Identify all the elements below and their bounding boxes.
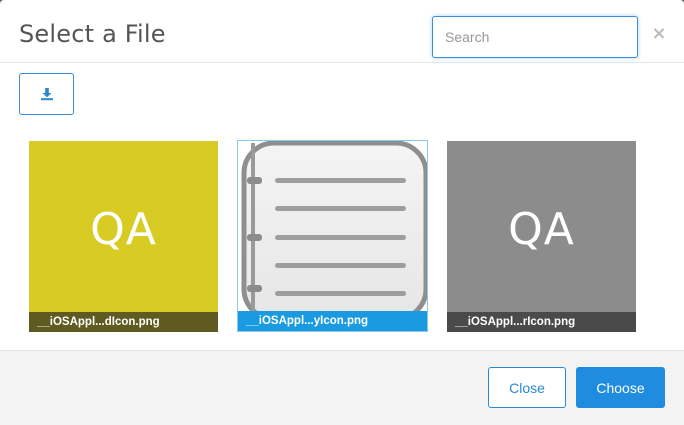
- modal-footer: Close Choose: [0, 350, 684, 425]
- search-input[interactable]: [432, 16, 638, 58]
- file-thumbnail: QA: [447, 141, 636, 332]
- select-file-modal: Select a File × QA __iOSAppl...dIcon.png: [0, 0, 684, 425]
- close-button[interactable]: Close: [488, 367, 566, 408]
- file-tile[interactable]: QA __iOSAppl...rIcon.png: [447, 141, 636, 332]
- modal-title: Select a File: [19, 20, 166, 48]
- file-thumbnail: QA: [29, 141, 218, 332]
- upload-icon: [40, 88, 53, 101]
- file-name-label: __iOSAppl...dIcon.png: [29, 312, 218, 332]
- close-icon[interactable]: ×: [651, 24, 667, 44]
- file-name-label: __iOSAppl...yIcon.png: [238, 311, 427, 331]
- file-tile-selected[interactable]: __iOSAppl...yIcon.png: [237, 140, 428, 332]
- notes-icon: [238, 141, 427, 312]
- file-thumbnail: [238, 141, 427, 331]
- thumbnail-text: QA: [90, 204, 157, 255]
- file-tile[interactable]: QA __iOSAppl...dIcon.png: [29, 141, 218, 332]
- upload-button[interactable]: [19, 73, 74, 115]
- choose-button[interactable]: Choose: [576, 367, 665, 408]
- modal-header: Select a File ×: [0, 0, 684, 63]
- thumbnail-text: QA: [508, 204, 575, 255]
- file-name-label: __iOSAppl...rIcon.png: [447, 312, 636, 332]
